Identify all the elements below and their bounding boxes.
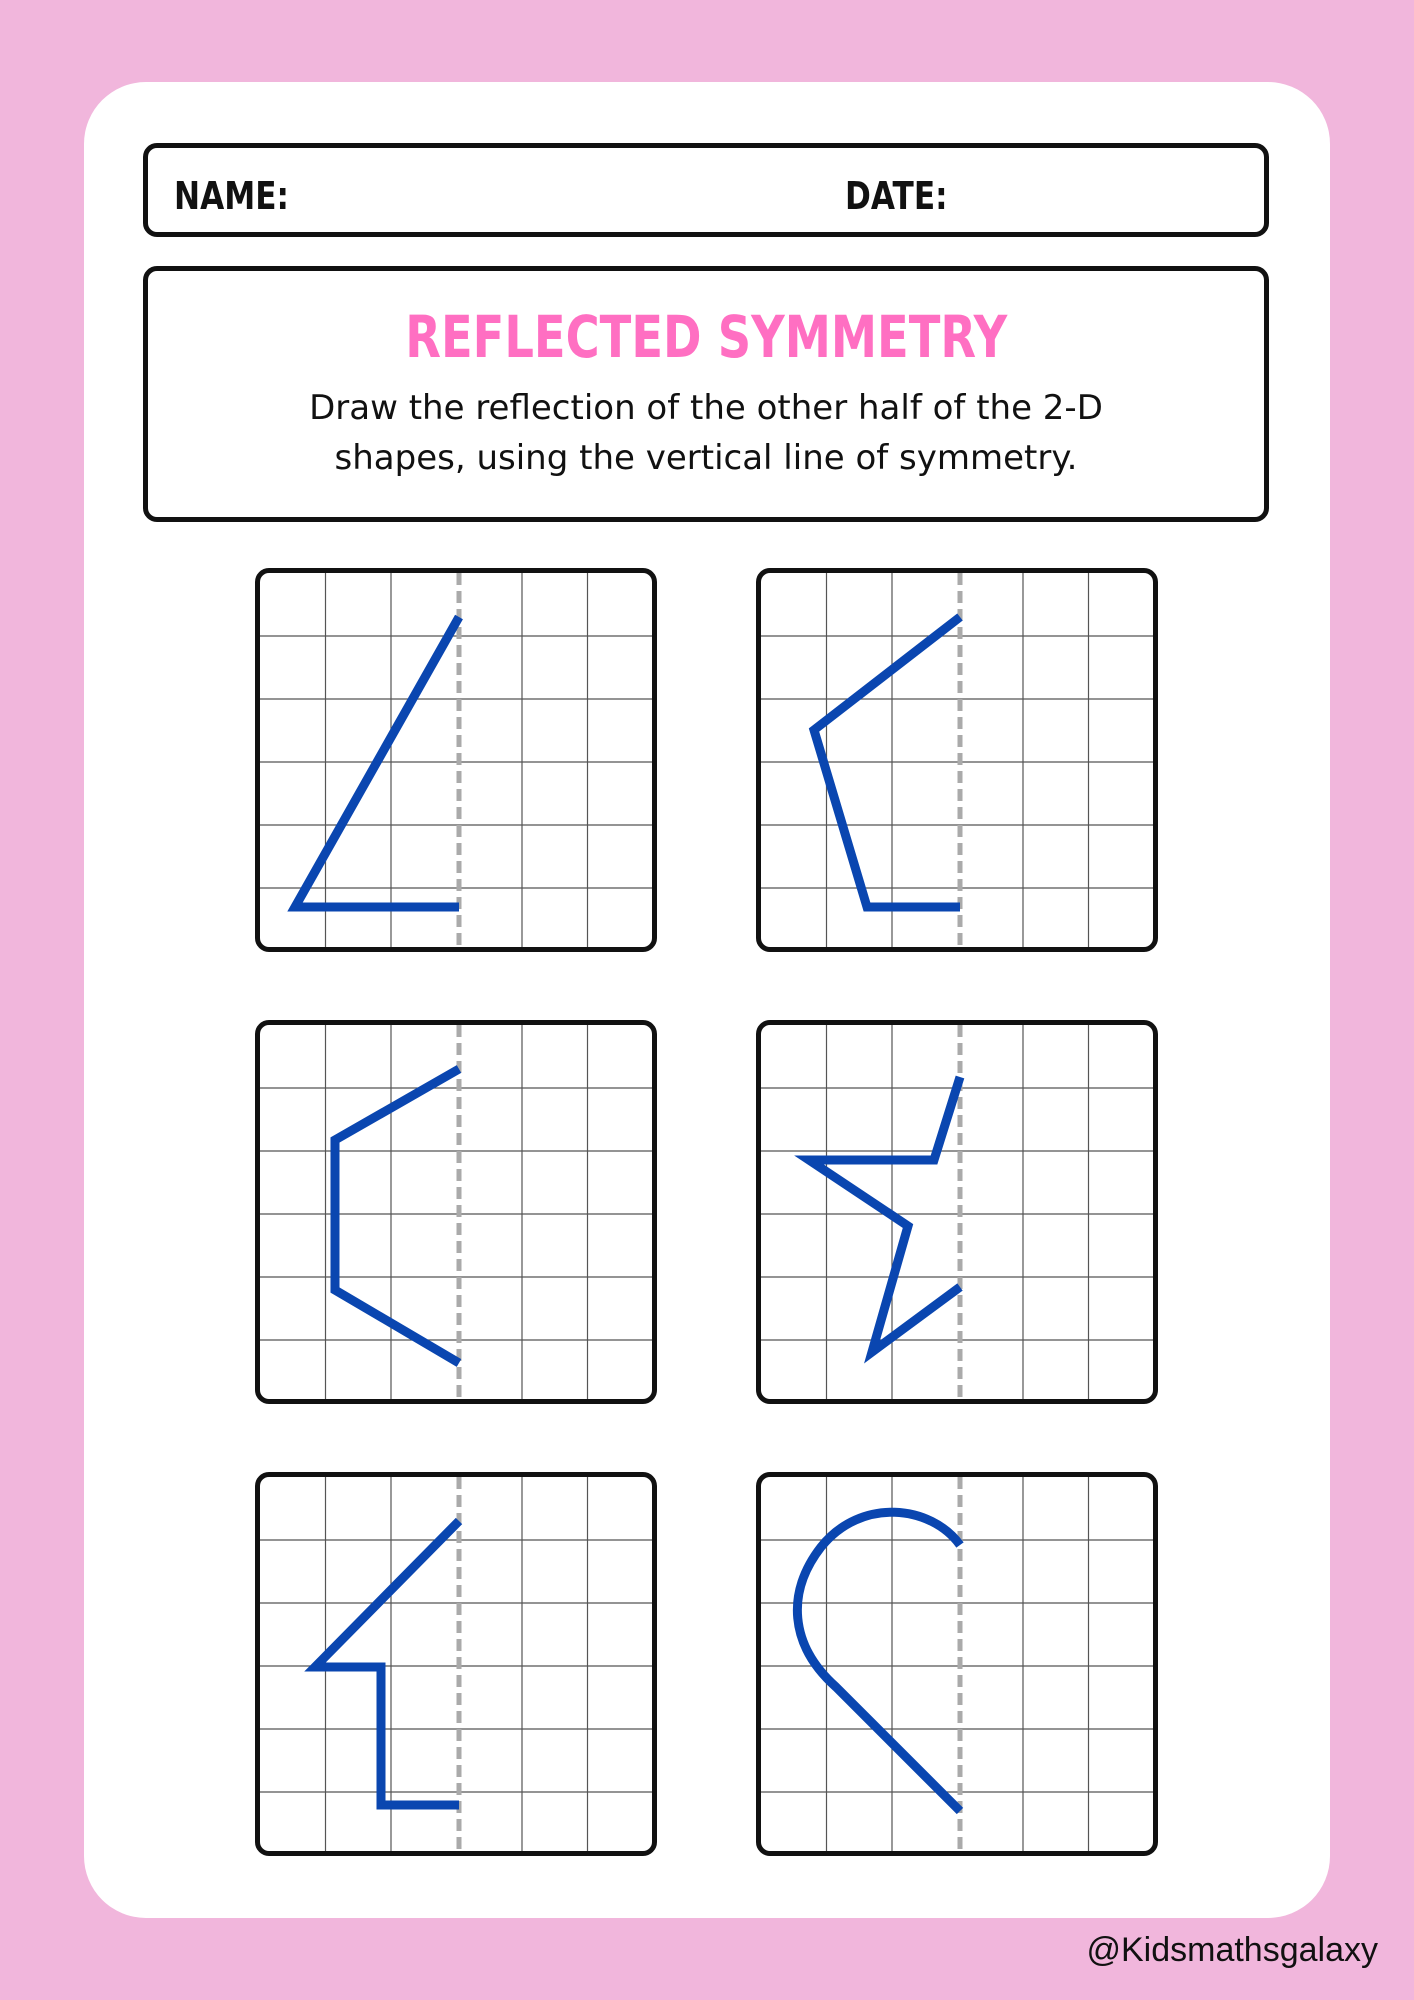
half-shape-hexagon-half [330,1065,462,1367]
worksheet-title: REFLECTED SYMMETRY [405,303,1007,371]
grid-drawing[interactable] [761,1025,1153,1399]
name-label: NAME: [174,174,289,218]
grid-heart-half [756,1472,1158,1856]
instructions-line-1: Draw the reflection of the other half of… [309,388,1103,428]
half-shape-arrow-half [304,1517,463,1810]
grid-star-half [756,1020,1158,1404]
grid-drawing[interactable] [761,1477,1153,1851]
grid-drawing[interactable] [260,1025,652,1399]
instructions-line-2: shapes, using the vertical line of symme… [334,438,1078,478]
instructions-text: Draw the reflection of the other half of… [256,383,1156,483]
credit-handle: @Kidsmathsgalaxy [1086,1931,1378,1969]
name-date-box: NAME: DATE: [143,143,1269,237]
instructions-box: REFLECTED SYMMETRY Draw the reflection o… [143,266,1269,522]
grid-triangle [255,568,657,952]
grid-hexagon-half [255,1020,657,1404]
grid-pentagon-half [756,568,1158,952]
date-label: DATE: [845,174,948,218]
grid-drawing[interactable] [260,573,652,947]
half-shape-heart-half [792,1507,964,1815]
grid-drawing[interactable] [260,1477,652,1851]
grid-arrow-half [255,1472,657,1856]
grid-drawing[interactable] [761,573,1153,947]
